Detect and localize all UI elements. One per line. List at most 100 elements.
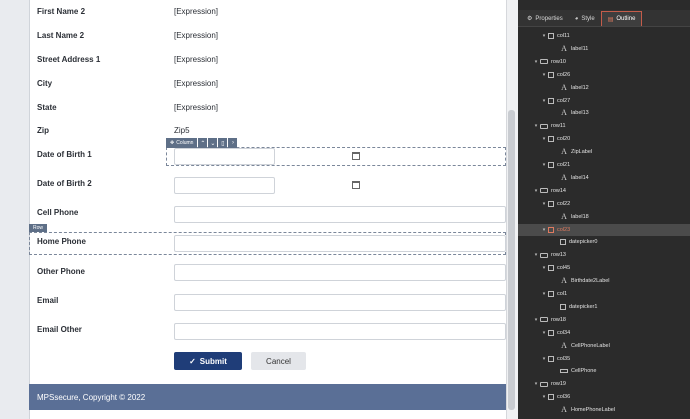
chevron-down-icon[interactable]: ▾ xyxy=(532,59,540,65)
chevron-down-icon[interactable]: ▾ xyxy=(540,227,548,233)
row-icon xyxy=(540,252,548,258)
tab-properties[interactable]: ⚙ Properties xyxy=(521,11,569,26)
field-label-last-name-2: Last Name 2 xyxy=(37,31,85,40)
footer: MPSsecure, Copyright © 2022 xyxy=(29,384,506,410)
outline-node-label: col27 xyxy=(557,97,571,104)
chevron-down-icon[interactable]: ▾ xyxy=(540,72,548,78)
move-down-icon[interactable]: ⌄ xyxy=(208,138,218,148)
outline-node-row19[interactable]: ▾ row19 xyxy=(518,378,690,390)
outline-node-col21[interactable]: ▾ col21 xyxy=(518,159,690,171)
chevron-down-icon[interactable]: ▾ xyxy=(540,98,548,104)
chevron-down-icon[interactable]: ▾ xyxy=(532,252,540,258)
delete-icon[interactable]: ▯ xyxy=(218,138,228,148)
chevron-down-icon[interactable]: ▾ xyxy=(532,188,540,194)
chevron-down-icon[interactable]: ▾ xyxy=(540,33,548,39)
column-tag[interactable]: ✥ Column xyxy=(166,138,198,148)
outline-node-ZipLabel[interactable]: A ZipLabel xyxy=(518,146,690,158)
row-icon xyxy=(540,381,548,387)
chevron-down-icon[interactable]: ▾ xyxy=(540,162,548,168)
chevron-down-icon[interactable]: ▾ xyxy=(540,330,548,336)
chevron-down-icon[interactable]: ▾ xyxy=(540,201,548,207)
field-value-first-name-2: [Expression] xyxy=(174,7,219,16)
outline-node-label: col20 xyxy=(557,136,571,143)
outline-node-label11[interactable]: Alabel11 xyxy=(518,43,690,55)
outline-node-col22[interactable]: ▾ col22 xyxy=(518,198,690,210)
outline-node-HomePhoneLabel[interactable]: A HomePhoneLabel xyxy=(518,404,690,416)
email-input[interactable] xyxy=(174,294,506,311)
column-icon xyxy=(548,265,554,272)
label-icon: A xyxy=(561,211,567,221)
outline-node-label: Birthdate2Label xyxy=(571,278,610,285)
dob-1-datepicker[interactable] xyxy=(174,148,275,165)
outline-node-row14[interactable]: ▾ row14 xyxy=(518,185,690,197)
field-label-street-address-1: Street Address 1 xyxy=(37,55,101,64)
field-label-date-of-birth-1: Date of Birth 1 xyxy=(37,150,92,159)
outline-node-col36[interactable]: ▾ col36 xyxy=(518,391,690,403)
outline-node-label18[interactable]: Alabel18 xyxy=(518,211,690,223)
chevron-down-icon[interactable]: ▾ xyxy=(540,136,548,142)
outline-node-CellPhoneLabel[interactable]: A CellPhoneLabel xyxy=(518,340,690,352)
row-tag[interactable]: Row xyxy=(29,224,48,232)
outline-node-col20[interactable]: ▾ col20 xyxy=(518,133,690,145)
outline-node-row11[interactable]: ▾ row11 xyxy=(518,120,690,132)
column-toolbar: ✥ Column ⌃ ⌄ ▯ › xyxy=(166,138,238,148)
chevron-down-icon[interactable]: ▾ xyxy=(540,394,548,400)
outline-node-row10[interactable]: ▾ row10 xyxy=(518,56,690,68)
label-icon: A xyxy=(561,172,567,182)
outline-node-Birthdate2Label[interactable]: A Birthdate2Label xyxy=(518,275,690,287)
other-phone-input[interactable] xyxy=(174,264,506,281)
chevron-down-icon[interactable]: ▾ xyxy=(532,123,540,129)
row-icon xyxy=(540,59,548,65)
outline-node-label: col45 xyxy=(557,265,571,272)
submit-button[interactable]: ✓ Submit xyxy=(174,352,242,370)
outline-node-label12[interactable]: Alabel12 xyxy=(518,82,690,94)
chevron-down-icon[interactable]: ▾ xyxy=(540,356,548,362)
outline-node-col45[interactable]: ▾ col45 xyxy=(518,262,690,274)
label-icon: A xyxy=(561,276,567,286)
row-icon xyxy=(540,123,548,129)
outline-node-row18[interactable]: ▾ row18 xyxy=(518,314,690,326)
outline-node-col1[interactable]: ▾ col1 xyxy=(518,288,690,300)
calendar-icon[interactable] xyxy=(352,152,360,160)
label-icon: A xyxy=(561,43,567,53)
dob-2-datepicker[interactable] xyxy=(174,177,275,194)
select-parent-icon[interactable]: › xyxy=(228,138,238,148)
tab-outline[interactable]: ▤ Outline xyxy=(600,11,643,26)
outline-node-label: datepicker1 xyxy=(569,303,598,310)
outline-node-col34[interactable]: ▾ col34 xyxy=(518,327,690,339)
textbox-icon xyxy=(560,369,568,374)
scrollbar-thumb[interactable] xyxy=(508,110,515,410)
chevron-down-icon[interactable]: ▾ xyxy=(540,265,548,271)
outline-node-label: label12 xyxy=(571,84,589,91)
outline-node-datepicker1[interactable]: datepicker1 xyxy=(518,301,690,313)
outline-node-label: HomePhoneLabel xyxy=(571,407,616,414)
outline-node-col11[interactable]: ▾ col11 xyxy=(518,30,690,42)
calendar-icon[interactable] xyxy=(352,181,360,189)
label-icon: A xyxy=(561,147,567,157)
column-tag-label: Column xyxy=(176,140,194,146)
move-icon[interactable]: ✥ xyxy=(170,140,174,146)
field-label-city: City xyxy=(37,79,53,88)
home-phone-input[interactable] xyxy=(174,235,506,252)
tab-style[interactable]: ◕ Style xyxy=(569,11,601,26)
outline-node-col23[interactable]: ▾ col23 xyxy=(518,223,690,236)
outline-node-datepicker0[interactable]: datepicker0 xyxy=(518,236,690,248)
outline-node-CellPhone[interactable]: CellPhone xyxy=(518,365,690,377)
column-icon xyxy=(548,291,554,297)
outline-node-label: col34 xyxy=(557,329,571,336)
tab-label: Outline xyxy=(616,16,636,22)
outline-node-col26[interactable]: ▾ col26 xyxy=(518,69,690,81)
outline-node-label13[interactable]: Alabel13 xyxy=(518,107,690,119)
email-other-input[interactable] xyxy=(174,323,506,340)
chevron-down-icon[interactable]: ▾ xyxy=(540,291,548,297)
outline-node-row13[interactable]: ▾ row13 xyxy=(518,249,690,261)
outline-node-col35[interactable]: ▾ col35 xyxy=(518,353,690,365)
move-up-icon[interactable]: ⌃ xyxy=(198,138,208,148)
chevron-down-icon[interactable]: ▾ xyxy=(532,381,540,387)
outline-node-label: label18 xyxy=(571,213,589,220)
chevron-down-icon[interactable]: ▾ xyxy=(532,317,540,323)
outline-node-label14[interactable]: Alabel14 xyxy=(518,172,690,184)
outline-node-col27[interactable]: ▾ col27 xyxy=(518,95,690,107)
cancel-button[interactable]: Cancel xyxy=(251,352,306,370)
cell-phone-input[interactable] xyxy=(174,206,506,223)
